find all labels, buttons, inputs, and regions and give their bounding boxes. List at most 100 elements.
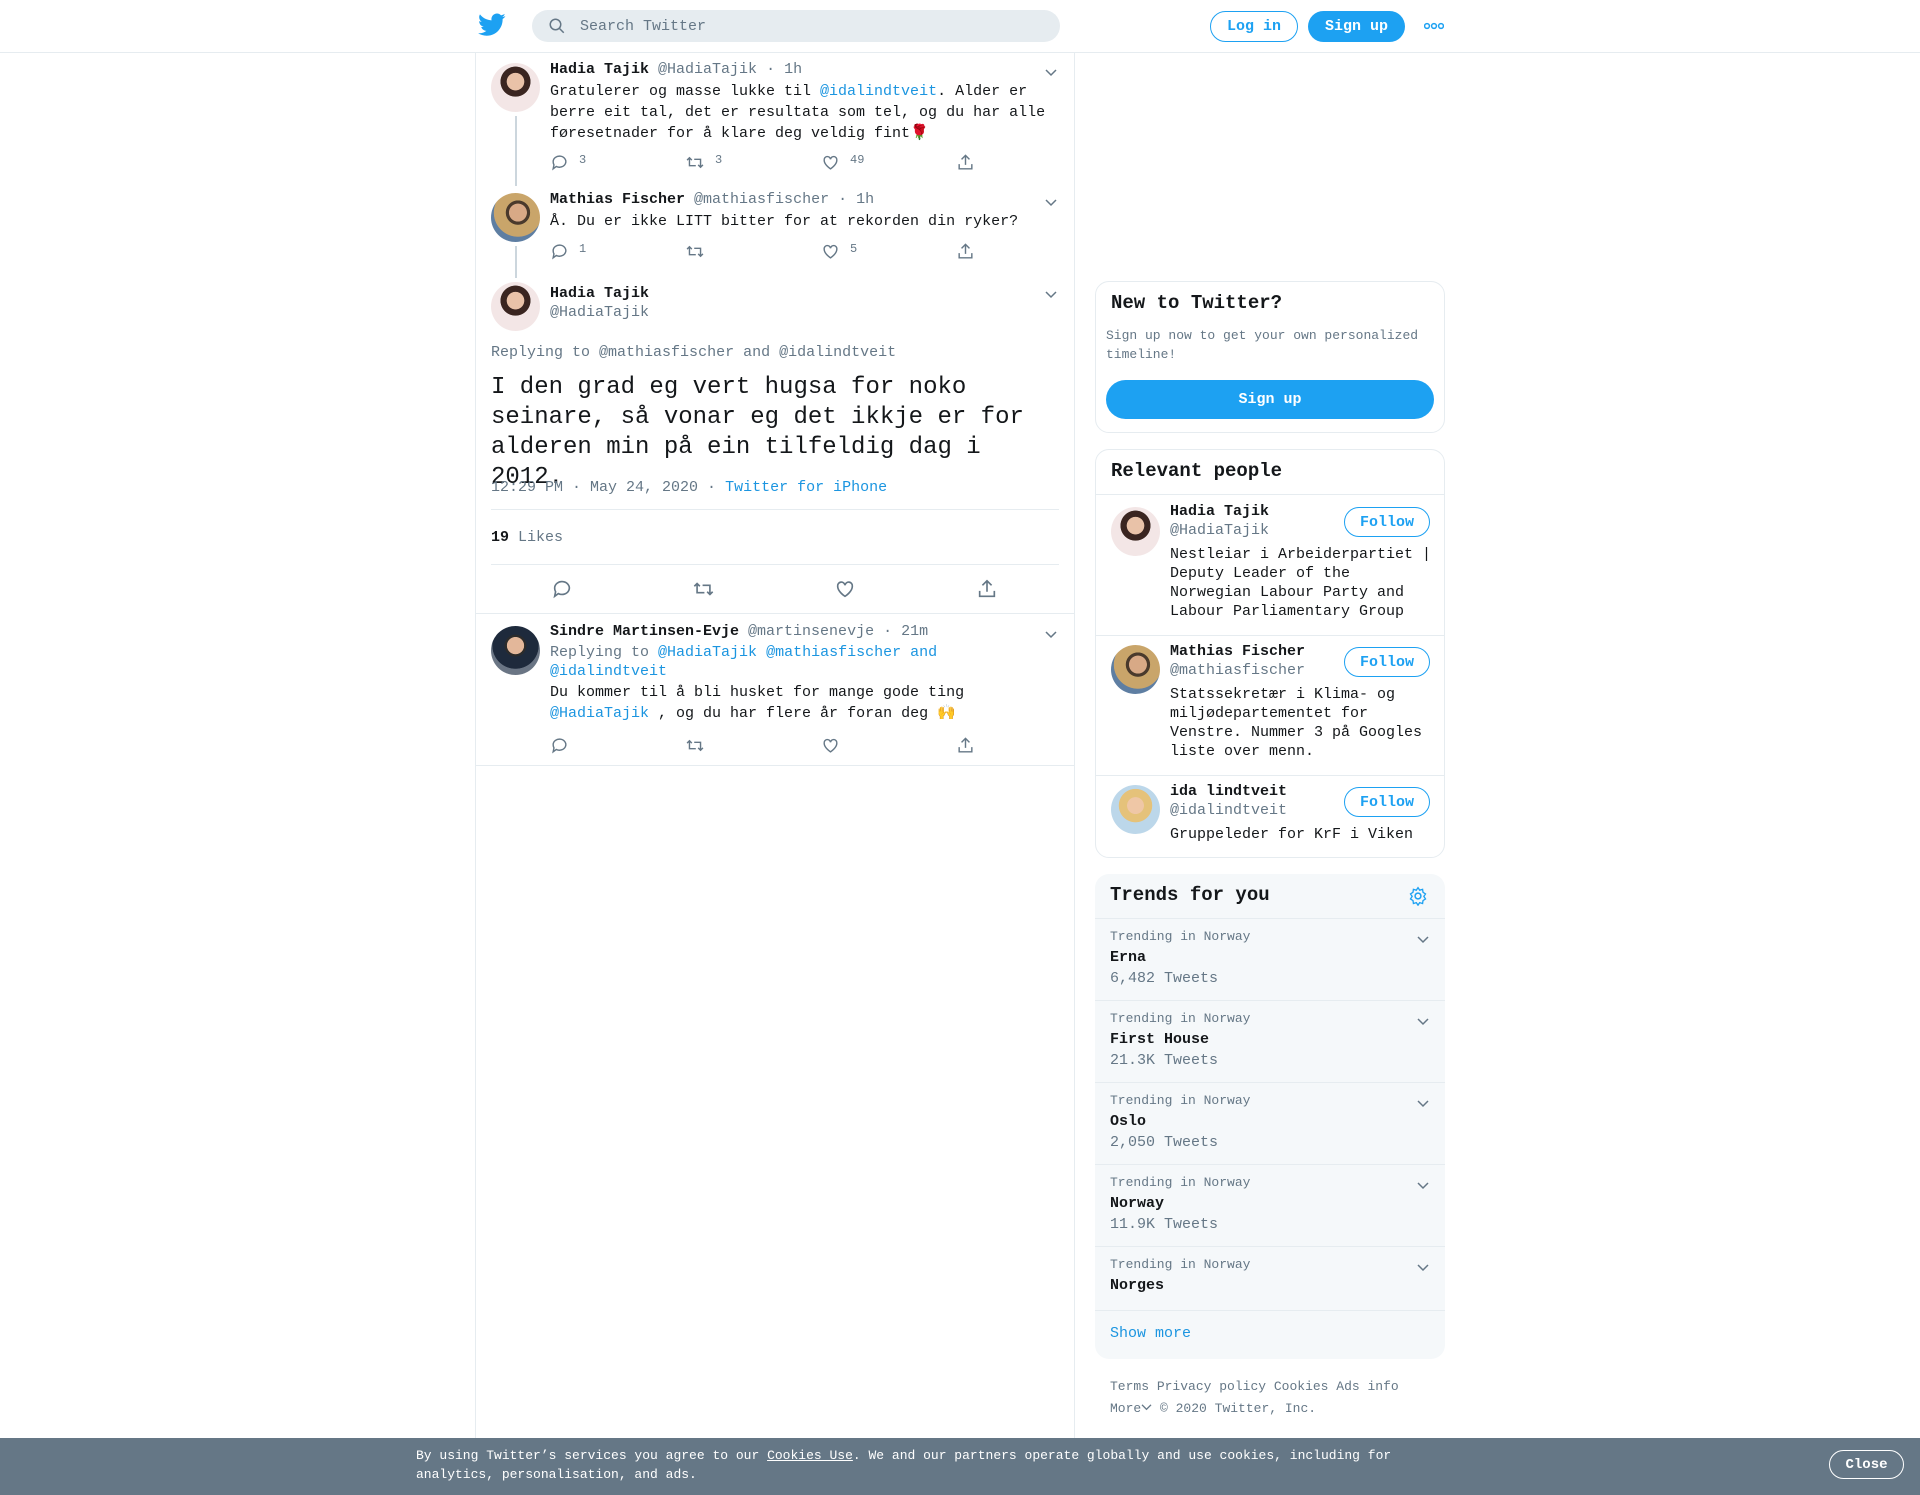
heart-icon[interactable] [821, 736, 840, 755]
share-icon [958, 243, 973, 259]
avatar[interactable] [491, 193, 540, 242]
like-action[interactable]: 49 [821, 153, 864, 172]
heart-icon[interactable] [834, 578, 856, 600]
close-button[interactable]: Close [1829, 1450, 1904, 1479]
author-name[interactable]: Hadia Tajik [550, 285, 649, 302]
likes-count: 19 [491, 529, 510, 546]
signup-button[interactable]: Sign up [1106, 380, 1434, 419]
trend-item[interactable]: Trending in Norway Norway 11.9K Tweets [1095, 1164, 1445, 1246]
thread-line [515, 246, 517, 278]
share-action[interactable] [956, 153, 975, 172]
terms-link[interactable]: Terms [1110, 1379, 1149, 1394]
retweet-action[interactable] [685, 242, 715, 261]
tweet-time[interactable]: · 1h [838, 191, 874, 208]
person-name[interactable]: Hadia Tajik [1170, 503, 1269, 520]
chevron-down-icon[interactable] [1415, 1013, 1431, 1029]
cookie-banner: By using Twitter’s services you agree to… [0, 1438, 1920, 1495]
gear-icon[interactable] [1408, 886, 1428, 906]
reply-action[interactable]: 3 [550, 153, 586, 172]
share-action[interactable] [956, 242, 975, 261]
tweet-timestamp[interactable]: 12:29 PM · May 24, 2020 · [491, 479, 716, 496]
cookies-use-link[interactable]: Cookies Use [767, 1448, 853, 1463]
author-handle[interactable]: @HadiaTajik [550, 304, 649, 321]
avatar[interactable] [1111, 785, 1160, 834]
signup-button[interactable]: Sign up [1308, 11, 1405, 42]
author-handle[interactable]: @HadiaTajik [658, 61, 757, 78]
avatar[interactable] [1111, 645, 1160, 694]
more-options-icon[interactable] [1424, 20, 1444, 32]
avatar[interactable] [1111, 507, 1160, 556]
avatar[interactable] [491, 282, 540, 331]
chevron-down-icon[interactable] [1043, 64, 1059, 80]
tweet-time[interactable]: · 1h [766, 61, 802, 78]
follow-button[interactable]: Follow [1344, 647, 1430, 677]
chevron-down-icon[interactable] [1415, 1177, 1431, 1193]
avatar[interactable] [491, 626, 540, 675]
follow-button[interactable]: Follow [1344, 507, 1430, 537]
person-handle[interactable]: @HadiaTajik [1170, 522, 1269, 539]
share-icon[interactable] [976, 578, 998, 600]
retweet-action[interactable]: 3 [685, 153, 722, 172]
login-button[interactable]: Log in [1210, 11, 1298, 42]
author-handle[interactable]: @mathiasfischer [694, 191, 829, 208]
trend-item[interactable]: Trending in Norway Oslo 2,050 Tweets [1095, 1082, 1445, 1164]
share-icon[interactable] [956, 736, 975, 755]
person-item[interactable]: ida lindtveit @idalindtveit Follow Grupp… [1096, 776, 1444, 857]
search-bar[interactable] [532, 10, 1060, 42]
mention-link[interactable]: @HadiaTajik [550, 705, 649, 722]
trend-name: Norway [1110, 1195, 1165, 1212]
show-more-link[interactable]: Show more [1110, 1325, 1191, 1342]
chevron-down-icon[interactable] [1415, 1095, 1431, 1111]
author-handle[interactable]: @martinsenevje [748, 623, 874, 640]
trend-meta: Trending in Norway [1110, 929, 1251, 944]
mention-link[interactable]: @idalindtveit [820, 83, 937, 100]
reply-icon[interactable] [550, 736, 569, 755]
trend-item[interactable]: Trending in Norway Erna 6,482 Tweets [1095, 918, 1445, 1000]
person-name[interactable]: Mathias Fischer [1170, 643, 1305, 660]
chevron-down-icon[interactable] [1043, 286, 1059, 302]
privacy-link[interactable]: Privacy policy [1157, 1379, 1266, 1394]
like-action[interactable]: 5 [821, 242, 857, 261]
new-to-twitter-card: New to Twitter? Sign up now to get your … [1095, 281, 1445, 433]
person-handle[interactable]: @mathiasfischer [1170, 662, 1305, 679]
author-name[interactable]: Hadia Tajik [550, 61, 649, 78]
top-bar: Log in Sign up [0, 0, 1920, 53]
trend-item[interactable]: Trending in Norway First House 21.3K Twe… [1095, 1000, 1445, 1082]
person-name[interactable]: ida lindtveit [1170, 783, 1287, 800]
trend-count: 21.3K Tweets [1110, 1052, 1219, 1069]
heart-icon [823, 244, 838, 259]
tweet-time[interactable]: · 21m [883, 623, 928, 640]
follow-button[interactable]: Follow [1344, 787, 1430, 817]
likes-summary[interactable]: 19 Likes [491, 529, 563, 546]
retweet-icon[interactable] [685, 736, 705, 755]
reply-action[interactable]: 1 [550, 242, 586, 261]
replying-to: Replying to @mathiasfischer and @idalind… [491, 344, 896, 361]
chevron-down-icon[interactable] [1415, 931, 1431, 947]
tweet-source-link[interactable]: Twitter for iPhone [725, 479, 887, 496]
tweet-text: Å. Du er ikke LITT bitter for at rekorde… [550, 213, 1019, 230]
person-item[interactable]: Hadia Tajik @HadiaTajik Follow Nestleiar… [1096, 495, 1444, 635]
divider [476, 613, 1074, 614]
trend-item[interactable]: Trending in Norway Norges [1095, 1246, 1445, 1310]
reply-count: 1 [579, 241, 587, 256]
ads-info-link[interactable]: Ads info [1336, 1379, 1398, 1394]
author-name[interactable]: Mathias Fischer [550, 191, 685, 208]
reply-icon[interactable] [551, 578, 573, 600]
person-handle[interactable]: @idalindtveit [1170, 802, 1287, 819]
retweet-icon[interactable] [692, 578, 715, 600]
cookies-link[interactable]: Cookies [1274, 1379, 1329, 1394]
more-link[interactable]: More [1110, 1401, 1152, 1416]
author-name[interactable]: Sindre Martinsen-Evje [550, 623, 739, 640]
avatar[interactable] [491, 63, 540, 112]
show-more-row: Show more [1095, 1310, 1445, 1359]
replying-to-link[interactable]: @mathiasfischer and @idalindtveit [599, 344, 896, 361]
chevron-down-icon[interactable] [1415, 1259, 1431, 1275]
twitter-logo-icon[interactable] [478, 13, 506, 37]
chevron-down-icon[interactable] [1043, 626, 1059, 642]
search-input[interactable] [580, 17, 1020, 35]
share-icon [958, 154, 973, 170]
heart-icon [823, 155, 838, 170]
chevron-down-icon[interactable] [1043, 194, 1059, 210]
person-item[interactable]: Mathias Fischer @mathiasfischer Follow S… [1096, 636, 1444, 776]
relevant-people-card: Relevant people Hadia Tajik @HadiaTajik … [1095, 449, 1445, 858]
